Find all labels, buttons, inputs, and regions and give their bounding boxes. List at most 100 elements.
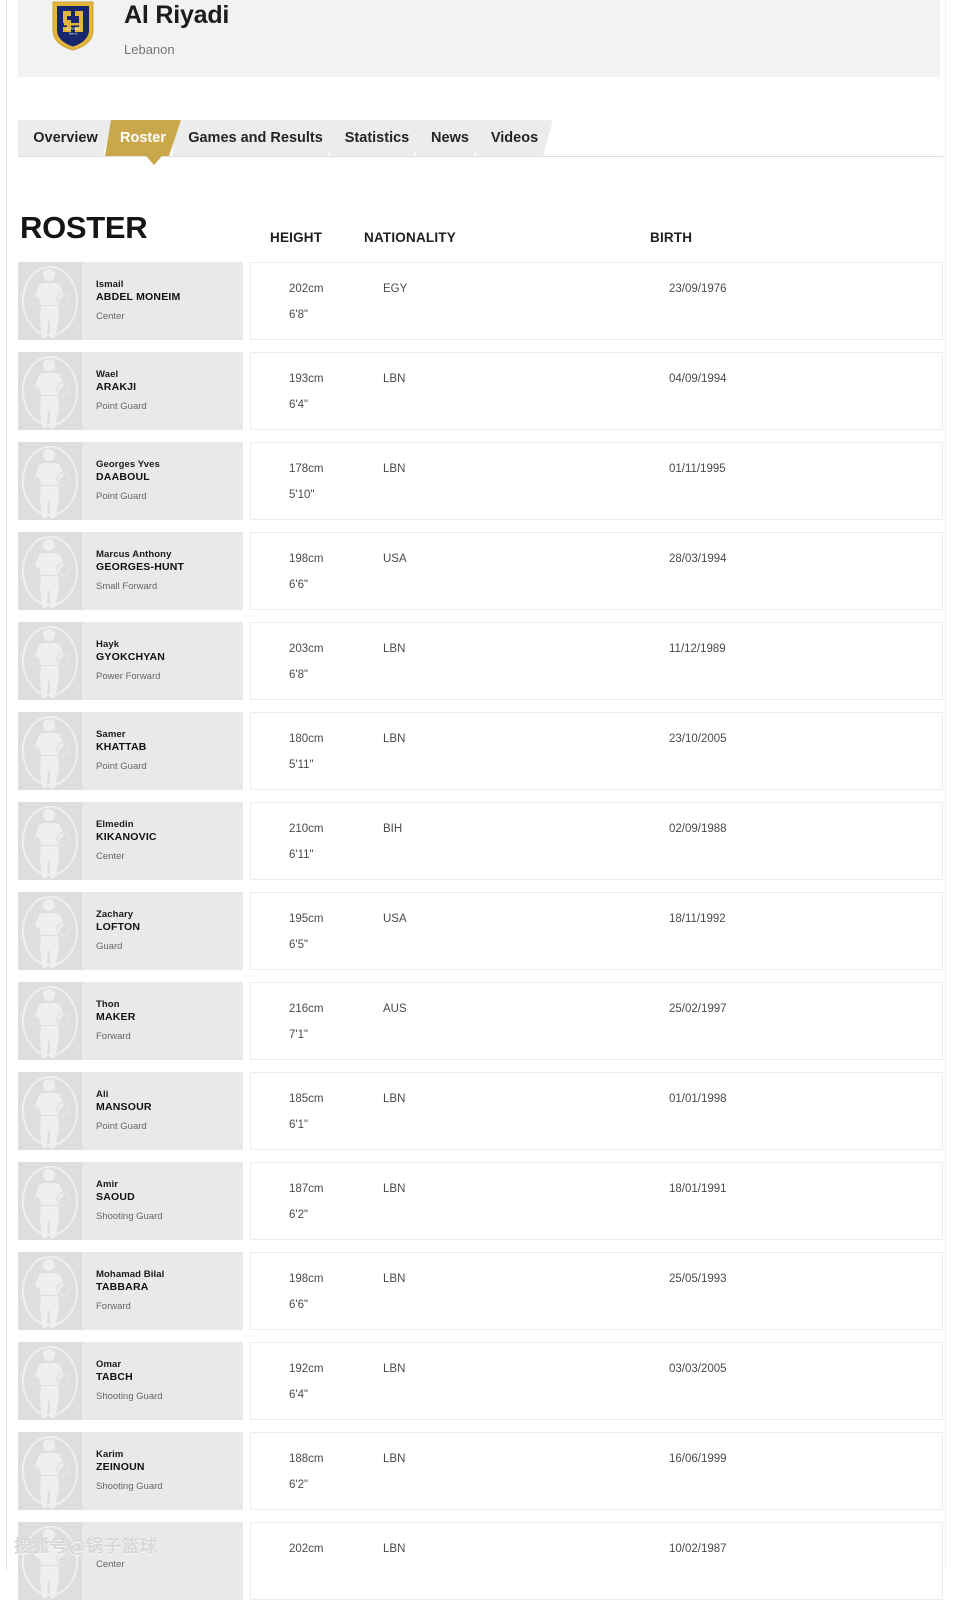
player-identity-panel[interactable]: Mohamad Bilal TABBARA Forward [18, 1252, 243, 1330]
tab-label: Videos [490, 130, 539, 146]
table-row[interactable]: 195cm 6'5" USA 18/11/1992 Zachary LOFTON Guard [18, 892, 943, 970]
player-name-block: Elmedin KIKANOVIC Center [82, 819, 157, 863]
player-nationality: LBN [383, 1363, 406, 1375]
player-last-name: MANSOUR [96, 1101, 152, 1113]
tab-roster[interactable]: Roster [105, 120, 181, 156]
table-row[interactable]: 210cm 6'11" BIH 02/09/1988 Elmedin KIKANOVIC C… [18, 802, 943, 880]
player-birth-date: 02/09/1988 [669, 823, 727, 835]
player-birth-date: 25/05/1993 [669, 1273, 727, 1285]
tab-label: Games and Results [188, 130, 323, 146]
player-height-cm: 203cm [289, 643, 324, 655]
player-identity-panel[interactable]: Ali MANSOUR Point Guard [18, 1072, 243, 1150]
player-identity-panel[interactable]: Samer KHATTAB Point Guard [18, 712, 243, 790]
player-stat-card: 216cm 7'1" AUS 25/02/1997 [250, 982, 943, 1060]
player-last-name: MAKER [96, 1011, 136, 1023]
player-birth-date: 23/10/2005 [669, 733, 727, 745]
tab-overview[interactable]: Overview [18, 120, 113, 156]
table-row[interactable]: 198cm 6'6" LBN 25/05/1993 Mohamad Bilal TABBA… [18, 1252, 943, 1330]
player-birth-date: 28/03/1994 [669, 553, 727, 565]
player-name-block: Samer KHATTAB Point Guard [82, 729, 147, 773]
player-identity-panel[interactable]: Hayk GYOKCHYAN Power Forward [18, 622, 243, 700]
tab-games-and-results[interactable]: Games and Results [173, 120, 338, 156]
player-photo-thumbnail [18, 442, 82, 520]
page-title: ROSTER [20, 210, 148, 245]
player-nationality: LBN [383, 1543, 406, 1555]
player-first-name: Omar [96, 1359, 122, 1370]
player-first-name: Thon [96, 999, 120, 1010]
player-name-block: Amir SAOUD Shooting Guard [82, 1179, 163, 1223]
player-photo-thumbnail [18, 892, 82, 970]
table-row[interactable]: 192cm 6'4" LBN 03/03/2005 Omar TABCH Shooting … [18, 1342, 943, 1420]
site-watermark: 搜狐号@锅子篮球 [14, 1537, 158, 1557]
column-header-nationality: NATIONALITY [364, 230, 456, 245]
player-height-cm: 193cm [289, 373, 324, 385]
player-name-block: Karim ZEINOUN Shooting Guard [82, 1449, 163, 1493]
tab-videos[interactable]: Videos [476, 120, 553, 156]
player-last-name: TABBARA [96, 1281, 149, 1293]
player-identity-panel[interactable]: Amir SAOUD Shooting Guard [18, 1162, 243, 1240]
player-birth-date: 18/11/1992 [669, 913, 726, 925]
table-row[interactable]: 180cm 5'11" LBN 23/10/2005 Samer KHATTAB Point… [18, 712, 943, 790]
player-silhouette-icon [22, 1346, 78, 1418]
player-identity-panel[interactable]: Thon MAKER Forward [18, 982, 243, 1060]
player-stat-card: 185cm 6'1" LBN 01/01/1998 [250, 1072, 943, 1150]
tab-statistics[interactable]: Statistics [330, 120, 424, 156]
player-photo-thumbnail [18, 1342, 82, 1420]
table-row[interactable]: 193cm 6'4" LBN 04/09/1994 Wael ARAKJI Point Gu… [18, 352, 943, 430]
table-row[interactable]: 188cm 6'2" LBN 16/06/1999 Karim ZEINOUN Shooti… [18, 1432, 943, 1510]
player-first-name: Amir [96, 1179, 119, 1190]
player-identity-panel[interactable]: Karim ZEINOUN Shooting Guard [18, 1432, 243, 1510]
player-nationality: LBN [383, 643, 406, 655]
player-stat-card: 203cm 6'8" LBN 11/12/1989 [250, 622, 943, 700]
svg-text:AL RIYADI: AL RIYADI [66, 27, 81, 31]
player-identity-panel[interactable]: Wael ARAKJI Point Guard [18, 352, 243, 430]
table-row[interactable]: 202cm 6'8" EGY 23/09/1976 Ismail ABDEL MONEIM… [18, 262, 943, 340]
player-last-name: ABDEL MONEIM [96, 291, 181, 303]
player-stat-card: 192cm 6'4" LBN 03/03/2005 [250, 1342, 943, 1420]
player-position: Shooting Guard [96, 1211, 163, 1222]
tab-label: Overview [33, 130, 98, 146]
player-birth-date: 01/11/1995 [669, 463, 726, 475]
player-last-name: LOFTON [96, 921, 141, 933]
player-stat-card: 198cm 6'6" USA 28/03/1994 [250, 532, 943, 610]
table-row[interactable]: 216cm 7'1" AUS 25/02/1997 Thon MAKER Forward [18, 982, 943, 1060]
club-crest-icon: AL RIYADI Beirut [50, 0, 96, 52]
player-identity-panel[interactable]: Ismail ABDEL MONEIM Center [18, 262, 243, 340]
table-row[interactable]: 178cm 5'10" LBN 01/11/1995 Georges Yves DAABO… [18, 442, 943, 520]
player-identity-panel[interactable]: Omar TABCH Shooting Guard [18, 1342, 243, 1420]
player-name-block: Georges Yves DAABOUL Point Guard [82, 459, 160, 503]
player-photo-thumbnail [18, 352, 82, 430]
player-position: Center [96, 1558, 125, 1570]
player-height-ft: 6'4" [289, 1389, 309, 1401]
player-first-name: Zachary [96, 909, 134, 920]
table-row[interactable]: 198cm 6'6" USA 28/03/1994 Marcus Anthony GEOR… [18, 532, 943, 610]
player-stat-card: 187cm 6'2" LBN 18/01/1991 [250, 1162, 943, 1240]
player-silhouette-icon [22, 536, 78, 608]
player-first-name: Georges Yves [96, 459, 160, 470]
player-silhouette-icon [22, 1436, 78, 1508]
player-silhouette-icon [22, 1076, 78, 1148]
player-position: Shooting Guard [96, 1481, 163, 1492]
tab-news[interactable]: News [416, 120, 484, 156]
player-position: Point Guard [96, 491, 147, 502]
player-position: Point Guard [96, 761, 147, 772]
player-identity-panel[interactable]: Georges Yves DAABOUL Point Guard [18, 442, 243, 520]
table-row[interactable]: 203cm 6'8" LBN 11/12/1989 Hayk GYOKCHYAN Power… [18, 622, 943, 700]
player-nationality: BIH [383, 823, 403, 835]
player-name-block: Hayk GYOKCHYAN Power Forward [82, 639, 165, 683]
player-photo-thumbnail [18, 1252, 82, 1330]
player-stat-card: 202cm LBN 10/02/1987 [250, 1522, 943, 1600]
player-identity-panel[interactable]: Elmedin KIKANOVIC Center [18, 802, 243, 880]
player-first-name: Ismail [96, 279, 124, 290]
player-photo-thumbnail [18, 1072, 82, 1150]
player-last-name: SAOUD [96, 1191, 135, 1203]
player-identity-panel[interactable]: Marcus Anthony GEORGES-HUNT Small Forward [18, 532, 243, 610]
table-row[interactable]: 187cm 6'2" LBN 18/01/1991 Amir SAOUD Shooting … [18, 1162, 943, 1240]
club-country: Lebanon [124, 42, 175, 57]
player-identity-panel[interactable]: Zachary LOFTON Guard [18, 892, 243, 970]
table-row[interactable]: 185cm 6'1" LBN 01/01/1998 Ali MANSOUR Point Gu… [18, 1072, 943, 1150]
tab-label: Statistics [344, 130, 410, 146]
player-position: Shooting Guard [96, 1391, 163, 1402]
player-height-cm: 198cm [289, 553, 324, 565]
player-name-block: Marcus Anthony GEORGES-HUNT Small Forward [82, 549, 184, 593]
